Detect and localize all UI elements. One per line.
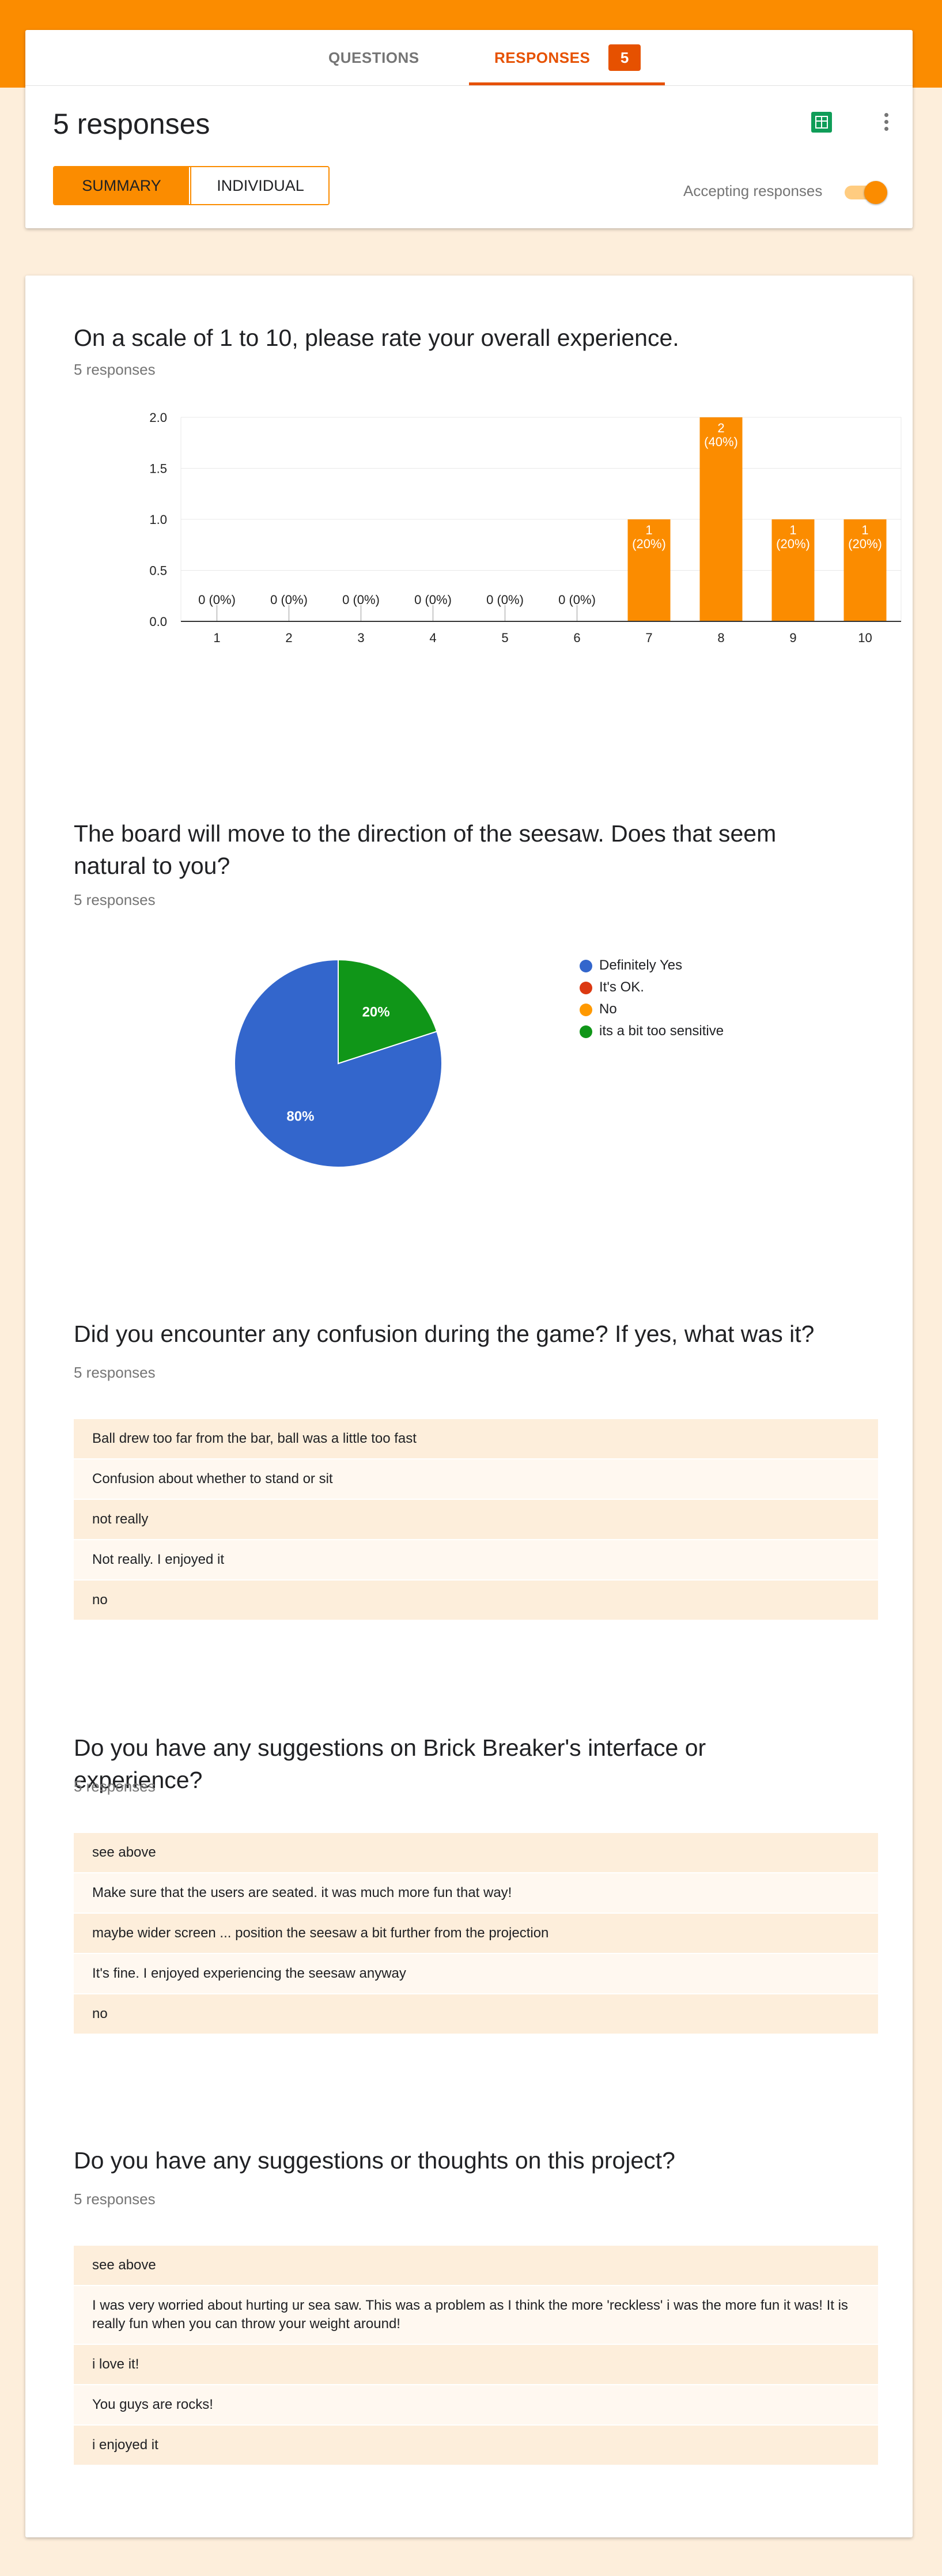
response-item: Not really. I enjoyed it bbox=[74, 1540, 878, 1579]
responses-count-badge: 5 bbox=[608, 44, 641, 71]
y-tick-label: 1.5 bbox=[149, 462, 167, 476]
bar-data-label: 0 (0%) bbox=[414, 593, 452, 607]
response-item: no bbox=[74, 1994, 878, 2034]
more-vert-icon[interactable] bbox=[875, 111, 898, 136]
bar-data-label: 2 bbox=[717, 421, 724, 435]
legend-label: No bbox=[599, 1001, 617, 1017]
response-list: see above I was very worried about hurti… bbox=[74, 2246, 878, 2466]
tab-responses[interactable]: RESPONSES 5 bbox=[469, 30, 665, 85]
toggle-knob bbox=[864, 181, 887, 204]
response-item: no bbox=[74, 1581, 878, 1620]
bar-data-label: (40%) bbox=[704, 435, 738, 449]
tab-responses-label: RESPONSES bbox=[494, 49, 591, 66]
question-response-count: 5 responses bbox=[74, 891, 156, 908]
responses-title: 5 responses bbox=[53, 108, 210, 140]
response-item: i enjoyed it bbox=[74, 2426, 878, 2465]
question-title: The board will move to the direction of … bbox=[74, 820, 777, 879]
question-response-count: 5 responses bbox=[74, 2190, 156, 2208]
response-item: I was very worried about hurting ur sea … bbox=[74, 2286, 878, 2344]
bar-data-label: (20%) bbox=[848, 537, 882, 551]
accepting-responses-label: Accepting responses bbox=[683, 182, 823, 199]
y-tick-label: 0.5 bbox=[149, 564, 167, 578]
response-item: see above bbox=[74, 1833, 878, 1872]
response-item: i love it! bbox=[74, 2345, 878, 2384]
legend-item: It's OK. bbox=[580, 976, 724, 998]
view-toggle: SUMMARY INDIVIDUAL bbox=[53, 166, 330, 205]
legend-swatch bbox=[580, 1004, 592, 1016]
tab-questions[interactable]: QUESTIONS bbox=[328, 30, 419, 85]
rating-bar-chart: 0.0 0.5 1.0 1.5 2.0 0 (0%) 1 0 (0%) 2 0 (0%) 3 0 (0… bbox=[149, 412, 902, 645]
x-tick-label: 9 bbox=[789, 631, 796, 645]
question-title: Do you have any suggestions or thoughts … bbox=[74, 2147, 675, 2174]
legend-label: its a bit too sensitive bbox=[599, 1023, 724, 1039]
y-tick-label: 0.0 bbox=[149, 614, 167, 629]
tab-bar: QUESTIONS RESPONSES 5 bbox=[25, 30, 913, 86]
bar-data-label: (20%) bbox=[632, 537, 666, 551]
response-list: see above Make sure that the users are s… bbox=[74, 1833, 878, 2035]
question-response-count: 5 responses bbox=[74, 1778, 156, 1795]
x-tick-label: 2 bbox=[285, 631, 292, 645]
legend-label: It's OK. bbox=[599, 979, 644, 995]
response-item: maybe wider screen ... position the sees… bbox=[74, 1914, 878, 1953]
response-item: Confusion about whether to stand or sit bbox=[74, 1459, 878, 1499]
sheets-icon[interactable] bbox=[810, 111, 833, 134]
legend-item: No bbox=[580, 998, 724, 1020]
bar-data-label: (20%) bbox=[776, 537, 810, 551]
response-item: You guys are rocks! bbox=[74, 2385, 878, 2424]
x-tick-label: 7 bbox=[645, 631, 652, 645]
bar-data-label: 0 (0%) bbox=[270, 593, 308, 607]
bar-data-label: 0 (0%) bbox=[558, 593, 596, 607]
summary-button[interactable]: SUMMARY bbox=[54, 167, 189, 204]
response-list: Ball drew too far from the bar, ball was… bbox=[74, 1419, 878, 1621]
bar-data-label: 1 bbox=[789, 523, 796, 537]
bar-data-label: 0 (0%) bbox=[486, 593, 524, 607]
x-tick-label: 6 bbox=[573, 631, 580, 645]
y-tick-label: 1.0 bbox=[149, 512, 167, 527]
response-item: see above bbox=[74, 2246, 878, 2285]
legend-swatch bbox=[580, 960, 592, 972]
direction-pie-chart: 80% 20% bbox=[234, 959, 442, 1168]
individual-button[interactable]: INDIVIDUAL bbox=[190, 167, 328, 204]
header-card: QUESTIONS RESPONSES 5 5 responses SUMMARY… bbox=[25, 30, 913, 228]
response-item: Ball drew too far from the bar, ball was… bbox=[74, 1419, 878, 1458]
x-tick-label: 1 bbox=[213, 631, 220, 645]
legend-swatch bbox=[580, 1025, 592, 1038]
question-response-count: 5 responses bbox=[74, 1364, 156, 1381]
x-tick-label: 10 bbox=[858, 631, 872, 645]
response-item: It's fine. I enjoyed experiencing the se… bbox=[74, 1954, 878, 1993]
question-title: Do you have any suggestions on Brick Bre… bbox=[74, 1734, 706, 1793]
bar-data-label: 1 bbox=[861, 523, 868, 537]
y-tick-label: 2.0 bbox=[149, 412, 167, 425]
x-tick-label: 4 bbox=[429, 631, 436, 645]
x-tick-label: 3 bbox=[357, 631, 364, 645]
x-tick-label: 8 bbox=[717, 631, 724, 645]
response-item: not really bbox=[74, 1500, 878, 1539]
bar-data-label: 0 (0%) bbox=[198, 593, 236, 607]
summary-card: On a scale of 1 to 10, please rate your … bbox=[25, 276, 913, 2537]
accepting-responses-toggle[interactable] bbox=[841, 181, 890, 204]
pie-slice-label: 80% bbox=[286, 1108, 314, 1124]
legend-swatch bbox=[580, 982, 592, 994]
pie-slice-label: 20% bbox=[362, 1005, 390, 1020]
legend-item: its a bit too sensitive bbox=[580, 1020, 724, 1042]
question-response-count: 5 responses bbox=[74, 361, 156, 378]
legend-label: Definitely Yes bbox=[599, 957, 683, 973]
question-title: Did you encounter any confusion during t… bbox=[74, 1321, 815, 1347]
question-title: On a scale of 1 to 10, please rate your … bbox=[74, 325, 679, 351]
bar-data-label: 1 bbox=[645, 523, 652, 537]
x-tick-label: 5 bbox=[501, 631, 508, 645]
bar-data-label: 0 (0%) bbox=[342, 593, 380, 607]
response-item: Make sure that the users are seated. it … bbox=[74, 1873, 878, 1913]
legend-item: Definitely Yes bbox=[580, 955, 724, 976]
pie-legend: Definitely Yes It's OK. No its a bit too… bbox=[580, 955, 724, 1042]
